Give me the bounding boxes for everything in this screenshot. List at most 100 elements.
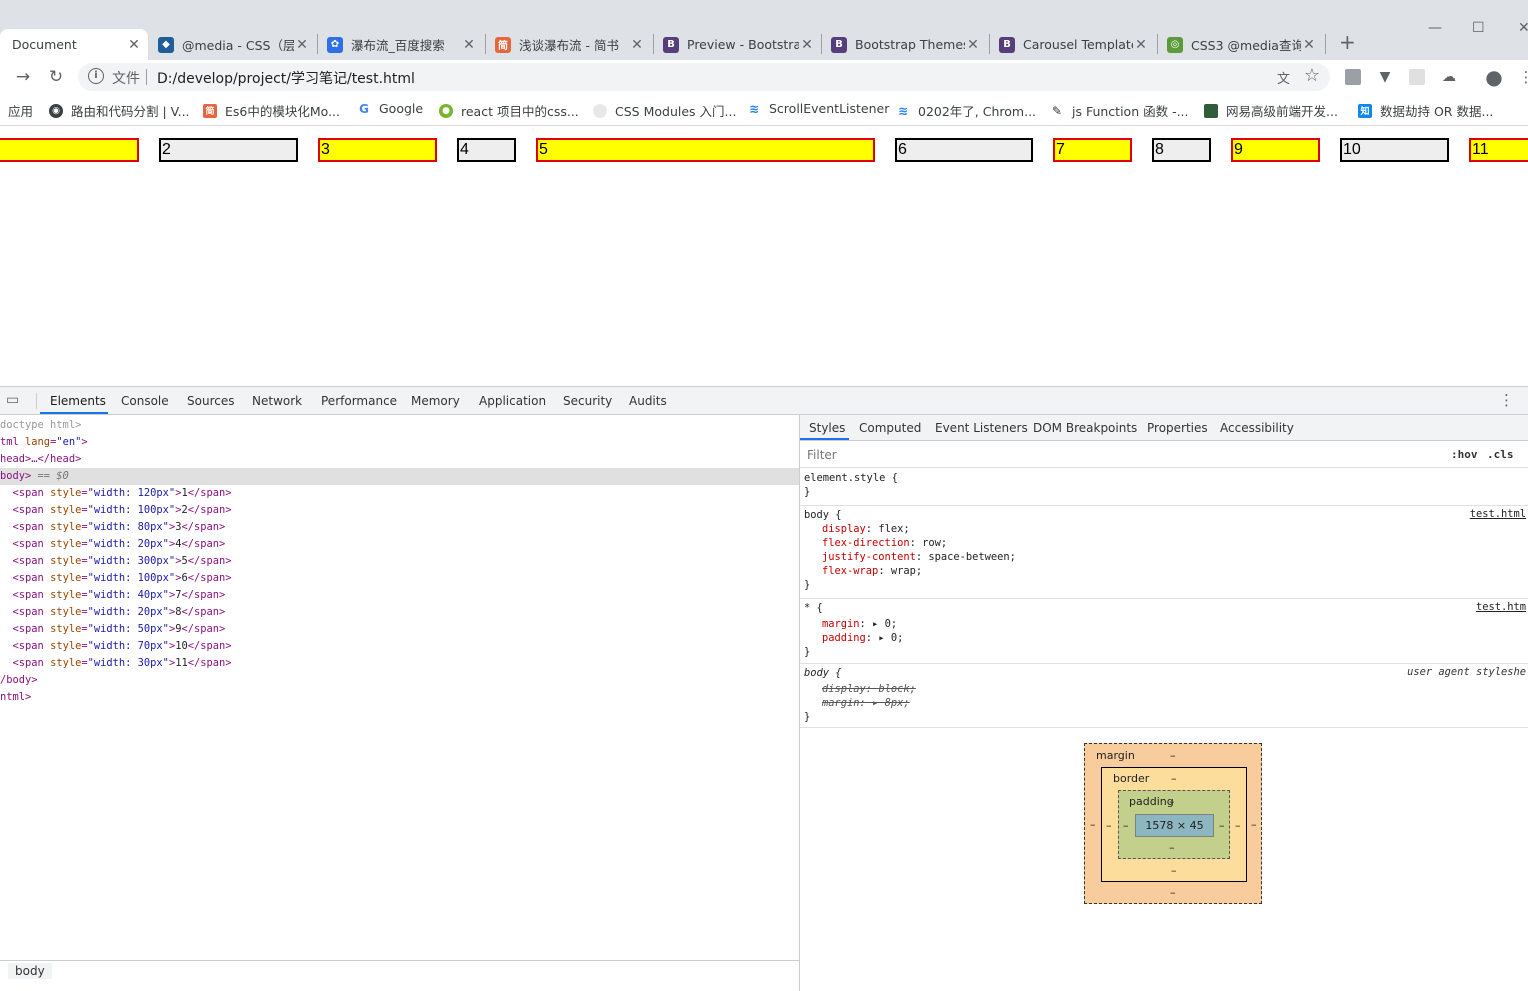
css-property[interactable]: flex-direction: row; — [822, 536, 947, 550]
address-url[interactable]: D:/develop/project/学习笔记/test.html — [157, 68, 415, 88]
rule-user-agent-body[interactable]: body { user agent styleshe display: bloc… — [800, 664, 1528, 728]
bookmark-item[interactable]: ≋ 0202年了, Chrom... — [896, 101, 1036, 120]
close-tab-icon[interactable]: ✕ — [1301, 37, 1317, 53]
bookmark-item[interactable]: 网易高级前端开发... — [1204, 101, 1338, 120]
tab-media-css[interactable]: ◆ @media - CSS（层 ✕ — [158, 29, 310, 60]
dom-span[interactable]: <span style="width: 70px">10</span> — [0, 638, 799, 655]
close-tab-icon[interactable]: ✕ — [461, 37, 477, 53]
bookmark-star-icon[interactable]: ☆ — [1304, 65, 1320, 86]
dom-span[interactable]: <span style="width: 50px">9</span> — [0, 621, 799, 638]
tab-bootstrap-themes[interactable]: B Bootstrap Themes ✕ — [831, 29, 981, 60]
dom-doctype[interactable]: doctype html> — [0, 417, 799, 434]
tab-console[interactable]: Console — [121, 394, 169, 408]
hov-toggle[interactable]: :hov — [1451, 448, 1478, 461]
close-tab-icon[interactable]: ✕ — [1133, 37, 1149, 53]
dom-body-close[interactable]: /body> — [0, 672, 799, 689]
bookmark-item[interactable]: 知 数据劫持 OR 数据... — [1358, 101, 1493, 120]
rule-universal[interactable]: * { test.htm margin: ▸ 0; padding: ▸ 0; … — [800, 599, 1528, 664]
bookmark-item[interactable]: ≋ ScrollEventListener — [747, 101, 889, 116]
breadcrumb-body[interactable]: body — [8, 963, 52, 979]
css-property-overridden[interactable]: margin: ▸ 8px; — [822, 696, 910, 710]
box-model-content[interactable]: 1578 × 45 — [1135, 814, 1214, 837]
bookmark-item[interactable]: 简 Es6中的模块化Mo... — [203, 101, 340, 120]
extension-icon[interactable] — [1345, 69, 1361, 85]
box-model-border[interactable]: border – – – – padding – – – – 1578 × 45 — [1101, 767, 1247, 882]
dom-span[interactable]: <span style="width: 100px">6</span> — [0, 570, 799, 587]
rule-element-style[interactable]: element.style { } — [800, 469, 1528, 506]
tab-bootstrap-preview[interactable]: B Preview - Bootstra ✕ — [663, 29, 815, 60]
box-model-padding[interactable]: padding – – – – 1578 × 45 — [1118, 790, 1230, 859]
tab-network[interactable]: Network — [252, 394, 302, 408]
device-toolbar-icon[interactable]: ▭ — [6, 392, 19, 408]
box-model-margin[interactable]: margin – – – – border – – – – padding – … — [1084, 743, 1262, 904]
tab-application[interactable]: Application — [479, 394, 546, 408]
tab-security[interactable]: Security — [563, 394, 612, 408]
tab-css3-media[interactable]: ◎ CSS3 @media查询 ✕ — [1167, 29, 1317, 60]
css-property[interactable]: padding: ▸ 0; — [822, 631, 903, 645]
subtab-dom-breakpoints[interactable]: DOM Breakpoints — [1033, 421, 1137, 435]
rule-source-link[interactable]: test.htm — [1476, 601, 1526, 613]
extension-icon[interactable]: ☁ — [1438, 66, 1460, 88]
rule-source-link[interactable]: test.html — [1470, 508, 1526, 520]
subtab-computed[interactable]: Computed — [859, 421, 921, 435]
info-icon[interactable]: i — [88, 68, 104, 84]
profile-avatar-icon[interactable]: ● — [1483, 65, 1505, 89]
tab-audits[interactable]: Audits — [629, 394, 667, 408]
close-tab-icon[interactable]: ✕ — [294, 37, 310, 53]
dom-span[interactable]: <span style="width: 20px">8</span> — [0, 604, 799, 621]
maximize-icon[interactable]: ☐ — [1472, 20, 1485, 36]
close-window-icon[interactable]: ✕ — [1518, 20, 1528, 36]
reload-icon[interactable]: ↻ — [45, 66, 67, 88]
minimize-icon[interactable]: — — [1428, 20, 1442, 36]
new-tab-icon[interactable]: + — [1339, 30, 1356, 54]
dom-span[interactable]: <span style="width: 30px">11</span> — [0, 655, 799, 672]
forward-icon[interactable]: → — [12, 66, 34, 88]
dom-span[interactable]: <span style="width: 40px">7</span> — [0, 587, 799, 604]
menu-kebab-icon[interactable]: ⋮ — [1515, 66, 1528, 88]
dom-span[interactable]: <span style="width: 20px">4</span> — [0, 536, 799, 553]
dom-html-close[interactable]: ntml> — [0, 689, 799, 706]
filter-input[interactable]: Filter — [807, 448, 837, 462]
tab-elements[interactable]: Elements — [50, 394, 106, 408]
bookmark-item[interactable]: ● react 项目中的css... — [439, 101, 579, 120]
rule-body[interactable]: body { test.html display: flex; flex-dir… — [800, 506, 1528, 599]
translate-icon[interactable]: ⽂ — [1277, 68, 1290, 87]
tab-baidu-search[interactable]: ✿ 瀑布流_百度搜索 ✕ — [327, 29, 477, 60]
css-property[interactable]: margin: ▸ 0; — [822, 617, 897, 631]
dom-span[interactable]: <span style="width: 100px">2</span> — [0, 502, 799, 519]
tab-carousel-template[interactable]: B Carousel Template ✕ — [999, 29, 1149, 60]
bookmark-item[interactable]: ✎ js Function 函数 -... — [1050, 101, 1189, 120]
dom-head[interactable]: head>…</head> — [0, 451, 799, 468]
devtools-menu-icon[interactable]: ⋮ — [1499, 391, 1514, 409]
tab-performance[interactable]: Performance — [321, 394, 397, 408]
address-bar[interactable]: i 文件 D:/develop/project/学习笔记/test.html ⽂… — [78, 63, 1330, 91]
bookmark-apps[interactable]: 应用 — [8, 101, 33, 120]
dom-span[interactable]: <span style="width: 120px">1</span> — [0, 485, 799, 502]
css-property[interactable]: justify-content: space-between; — [822, 550, 1016, 564]
bookmark-item[interactable]: G Google — [357, 101, 423, 116]
dom-span[interactable]: <span style="width: 300px">5</span> — [0, 553, 799, 570]
bookmark-item[interactable]: ◉ 路由和代码分割 | V... — [49, 101, 190, 120]
tab-document[interactable]: Document ✕ — [0, 29, 148, 60]
dom-body-selected[interactable]: body> == $0 — [0, 468, 799, 485]
close-tab-icon[interactable]: ✕ — [965, 37, 981, 53]
css-property[interactable]: flex-wrap: wrap; — [822, 564, 922, 578]
subtab-styles[interactable]: Styles — [809, 421, 845, 435]
subtab-event-listeners[interactable]: Event Listeners — [935, 421, 1028, 435]
vue-devtools-icon[interactable]: ▼ — [1374, 66, 1396, 88]
close-tab-icon[interactable]: ✕ — [799, 37, 815, 53]
extension-icon[interactable] — [1409, 69, 1425, 85]
bookmark-item[interactable]: CSS Modules 入门... — [593, 101, 736, 120]
css-property[interactable]: display: flex; — [822, 522, 910, 536]
css-property-overridden[interactable]: display: block; — [822, 682, 916, 696]
tab-jianshu[interactable]: 简 浅谈瀑布流 - 简书 ✕ — [495, 29, 645, 60]
close-tab-icon[interactable]: ✕ — [629, 37, 645, 53]
cls-toggle[interactable]: .cls — [1487, 448, 1514, 461]
close-tab-icon[interactable]: ✕ — [126, 37, 142, 53]
dom-span[interactable]: <span style="width: 80px">3</span> — [0, 519, 799, 536]
subtab-accessibility[interactable]: Accessibility — [1220, 421, 1294, 435]
tab-sources[interactable]: Sources — [187, 394, 234, 408]
tab-memory[interactable]: Memory — [411, 394, 460, 408]
subtab-properties[interactable]: Properties — [1147, 421, 1208, 435]
dom-html[interactable]: tml lang="en"> — [0, 434, 799, 451]
